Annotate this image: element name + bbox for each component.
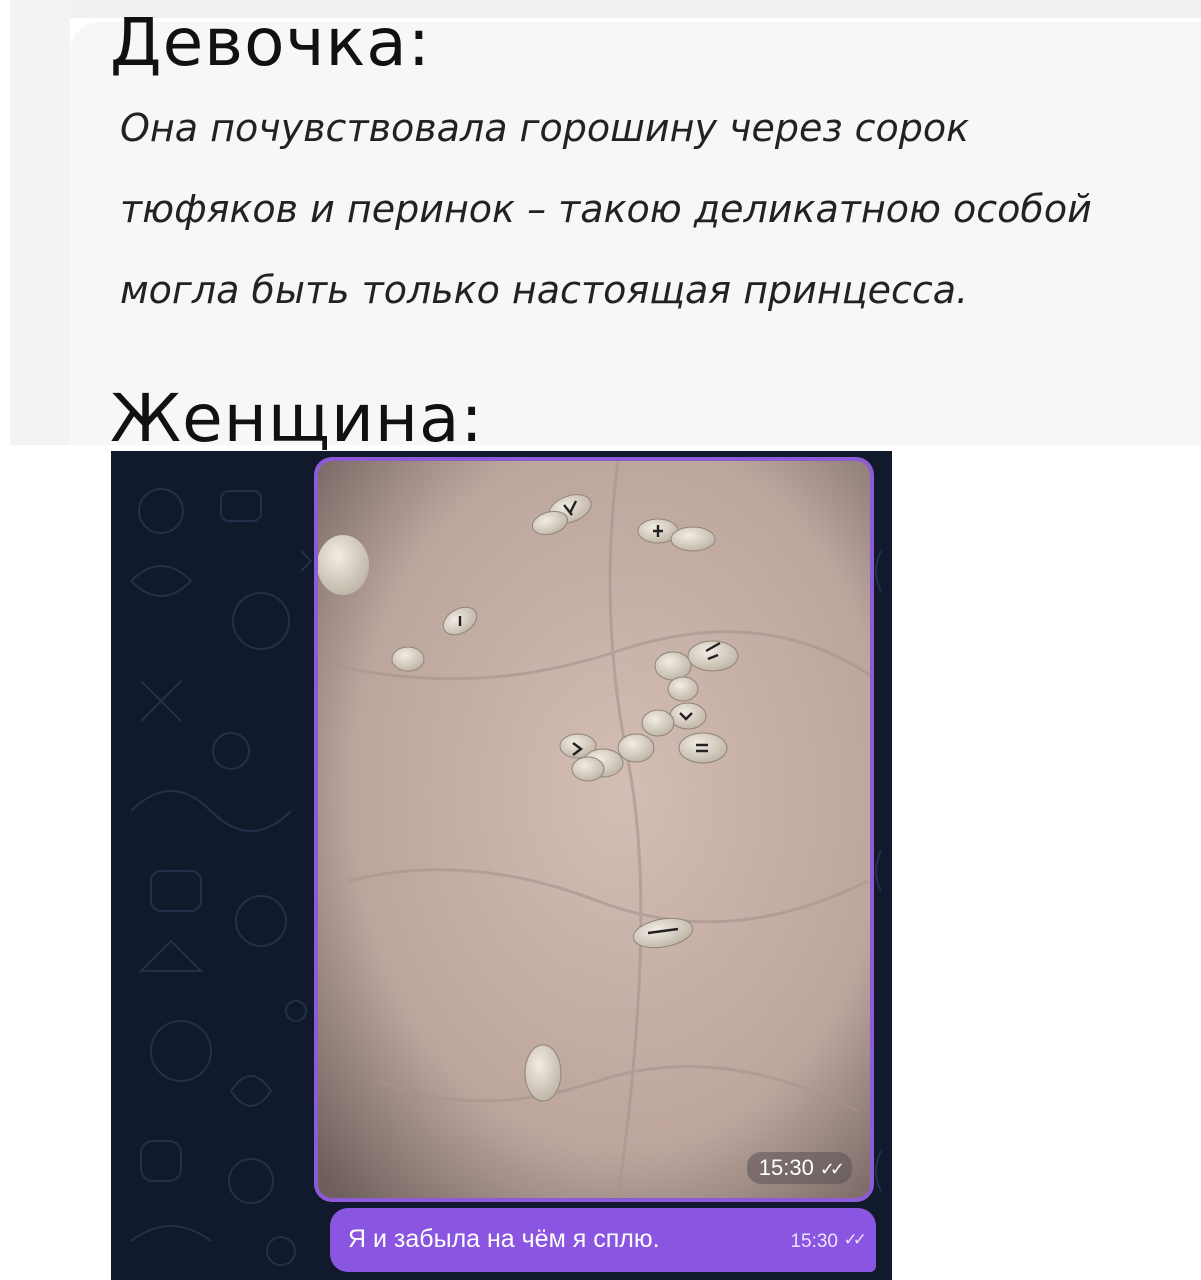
photo-image (318, 461, 870, 1198)
heading-woman: Женщина: (110, 380, 484, 457)
heading-girl: Девочка: (110, 4, 431, 81)
double-check-icon: ✓✓ (843, 1230, 867, 1249)
message-text: Я и забыла на чём я сплю. (348, 1225, 660, 1253)
photo-message[interactable]: 15:30 ✓✓ (314, 457, 874, 1202)
quote-text: Она почувствовала горошину через сорок т… (120, 106, 1092, 312)
photo-time: 15:30 (758, 1155, 814, 1180)
text-message[interactable]: Я и забыла на чём я сплю. 15:30 ✓✓ (330, 1208, 876, 1272)
rune-stones-photo[interactable]: 15:30 ✓✓ (318, 461, 870, 1198)
photo-timestamp: 15:30 ✓✓ (746, 1152, 852, 1184)
left-strip (10, 0, 70, 445)
chat-screenshot: 15:30 ✓✓ Я и забыла на чём я сплю. 15:30 … (111, 451, 892, 1280)
double-check-icon: ✓✓ (819, 1159, 845, 1179)
message-time: 15:30 (790, 1231, 838, 1252)
